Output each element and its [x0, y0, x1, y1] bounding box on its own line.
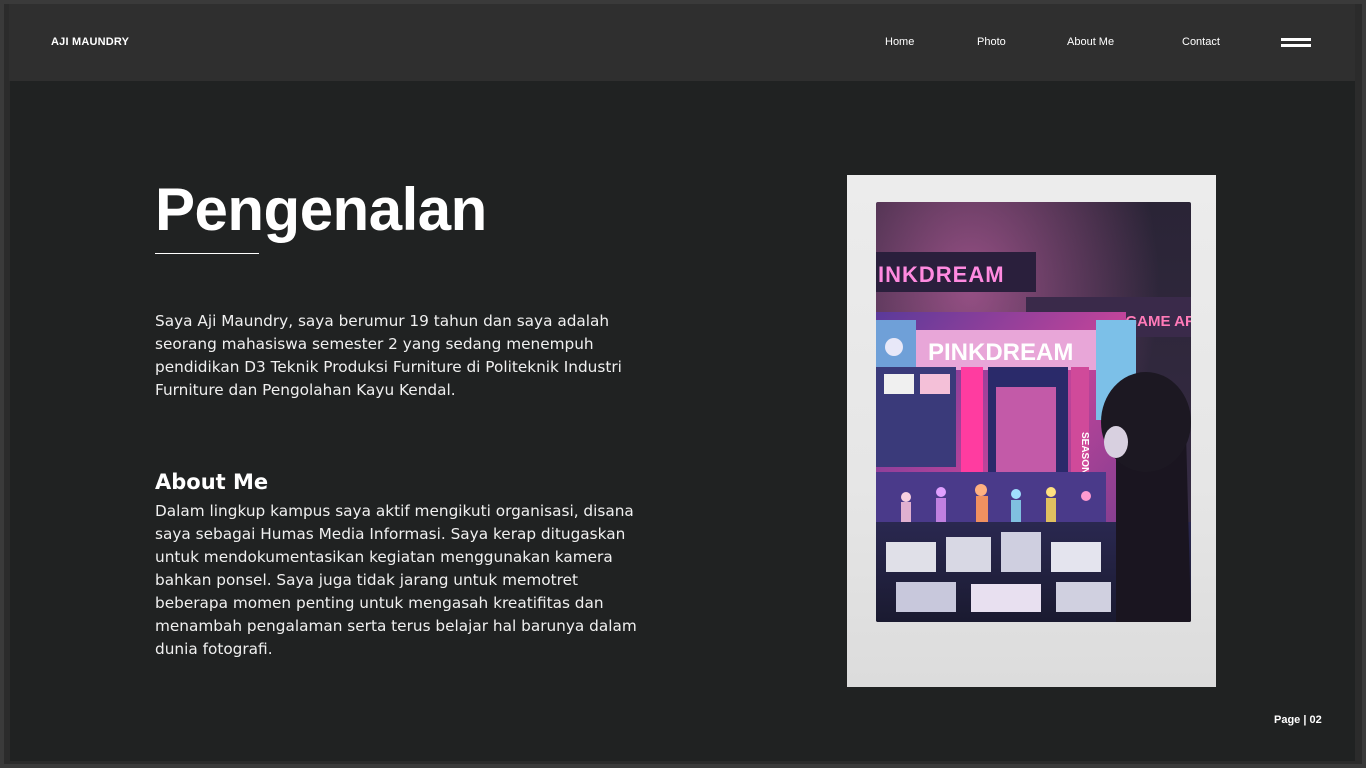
- nav-link-about-me[interactable]: About Me: [1067, 36, 1114, 48]
- nav-link-contact[interactable]: Contact: [1182, 36, 1220, 48]
- hamburger-menu-icon[interactable]: [1281, 38, 1311, 48]
- about-me-paragraph: Dalam lingkup kampus saya aktif mengikut…: [155, 502, 637, 658]
- top-navbar: AJI MAUNDRY Home Photo About Me Contact: [9, 4, 1355, 81]
- polaroid-photo-frame: INKDREAM SEASON GAME AR PINKDREAM SEASON: [847, 175, 1216, 687]
- pinkdream-arcade-photo: INKDREAM SEASON GAME AR PINKDREAM SEASON: [876, 202, 1191, 622]
- nav-link-home[interactable]: Home: [885, 36, 914, 48]
- photo-sign-vertical: SEASON: [1079, 432, 1090, 474]
- page-title: Pengenalan: [155, 176, 487, 243]
- nav-link-photo[interactable]: Photo: [977, 36, 1006, 48]
- about-me-heading: About Me: [155, 470, 269, 494]
- photo-sign-top: INKDREAM: [878, 262, 1005, 287]
- title-underline: [155, 253, 259, 254]
- photo-sign-main: PINKDREAM: [928, 339, 1073, 366]
- brand-logo-text[interactable]: AJI MAUNDRY: [51, 36, 129, 48]
- main-section: Pengenalan Saya Aji Maundry, saya berumu…: [10, 81, 1355, 761]
- intro-paragraph: Saya Aji Maundry, saya berumur 19 tahun …: [155, 312, 622, 399]
- page-number: Page | 02: [1274, 714, 1322, 726]
